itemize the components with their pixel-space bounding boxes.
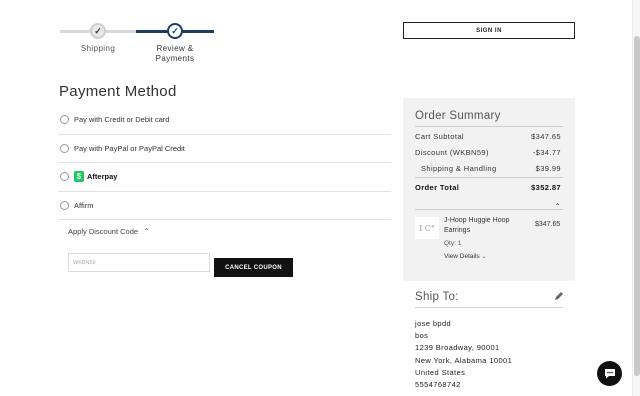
shipping-address: jose bpdd bos 1239 Broadway, 90001 New Y… (415, 318, 512, 391)
radio-button[interactable] (60, 200, 69, 210)
pencil-icon[interactable] (554, 291, 564, 301)
product-qty: Qty: 1 (444, 240, 462, 247)
step-label-shipping[interactable]: Shipping (74, 44, 122, 54)
afterpay-logo-icon: $ (74, 171, 84, 183)
product-price: $347.65 (535, 221, 561, 228)
radio-button[interactable] (60, 172, 69, 182)
chat-button[interactable] (597, 361, 622, 386)
address-line: 5554768742 (415, 380, 461, 390)
summary-label: Shipping & Handling (421, 164, 497, 173)
payment-option-afterpay[interactable]: $ Afterpay (58, 163, 391, 192)
radio-button[interactable] (60, 143, 69, 153)
payment-option-label: Pay with PayPal or PayPal Credit (74, 143, 185, 153)
summary-row-discount: Discount (WKBN59) -$34.77 (415, 148, 561, 157)
address-line: United States (415, 367, 466, 377)
payment-option-label: Pay with Credit or Debit card (74, 115, 170, 125)
summary-label: Discount (WKBN59) (415, 148, 489, 157)
summary-row-subtotal: Cart Subtotal $347.65 (415, 132, 561, 141)
address-line: jose bpdd (415, 319, 452, 328)
view-details-label: View Details (444, 253, 480, 260)
discount-toggle-label: Apply Discount Code (68, 227, 139, 236)
check-icon[interactable]: ✓ (90, 23, 106, 39)
divider (415, 209, 563, 210)
product-thumbnail: I C° (415, 217, 439, 239)
payment-method-list: Pay with Credit or Debit card Pay with P… (58, 106, 391, 220)
summary-row-total: Order Total $352.87 (415, 183, 561, 192)
check-icon: ✓ (167, 23, 183, 39)
payment-option-affirm[interactable]: Affirm (58, 192, 391, 220)
chevron-down-icon: ⌄ (481, 254, 487, 260)
apply-discount-toggle[interactable]: Apply Discount Code ⌃ (68, 227, 150, 236)
scrollbar-thumb[interactable] (634, 36, 640, 376)
view-details-link[interactable]: View Details ⌄ (444, 253, 487, 260)
order-summary-panel: Order Summary Cart Subtotal $347.65 Disc… (403, 98, 575, 281)
summary-value: $352.87 (531, 183, 561, 192)
page-scrollbar[interactable] (632, 0, 640, 396)
summary-value: -$34.77 (532, 148, 561, 157)
address-line: 1239 Broadway, 90001 (415, 343, 500, 353)
cancel-coupon-button[interactable]: CANCEL COUPON (214, 258, 293, 277)
chat-icon (604, 369, 615, 379)
radio-button[interactable] (60, 115, 69, 125)
payment-option-paypal[interactable]: Pay with PayPal or PayPal Credit (58, 135, 391, 163)
summary-value: $347.65 (531, 132, 561, 141)
summary-label: Order Total (415, 183, 460, 192)
payment-method-title: Payment Method (59, 83, 177, 100)
divider (415, 177, 563, 178)
checkout-progress-stepper: ✓ ✓ Shipping Review & Payments (60, 20, 220, 70)
divider (415, 126, 563, 127)
summary-row-shipping: Shipping & Handling $39.99 (415, 164, 561, 173)
summary-value: $39.99 (535, 164, 561, 173)
product-name: J-Hoop Huggie Hoop Earrings (444, 217, 510, 234)
payment-option-label: Afterpay (87, 172, 118, 182)
chevron-up-icon: ⌃ (143, 227, 150, 236)
order-summary-title: Order Summary (415, 110, 501, 122)
address-line: bos (415, 331, 429, 341)
discount-code-input[interactable] (68, 253, 210, 272)
summary-label: Cart Subtotal (415, 132, 464, 141)
payment-option-card[interactable]: Pay with Credit or Debit card (58, 106, 391, 135)
address-line: New York, Alabama 10001 (415, 355, 513, 365)
step-label-review-payments: Review & Payments (155, 44, 195, 63)
sign-in-button[interactable]: SIGN IN (403, 22, 575, 39)
ship-to-title: Ship To: (415, 291, 459, 303)
chevron-up-icon[interactable]: ⌃ (554, 202, 561, 211)
divider (415, 307, 563, 308)
payment-option-label: Affirm (74, 200, 94, 210)
